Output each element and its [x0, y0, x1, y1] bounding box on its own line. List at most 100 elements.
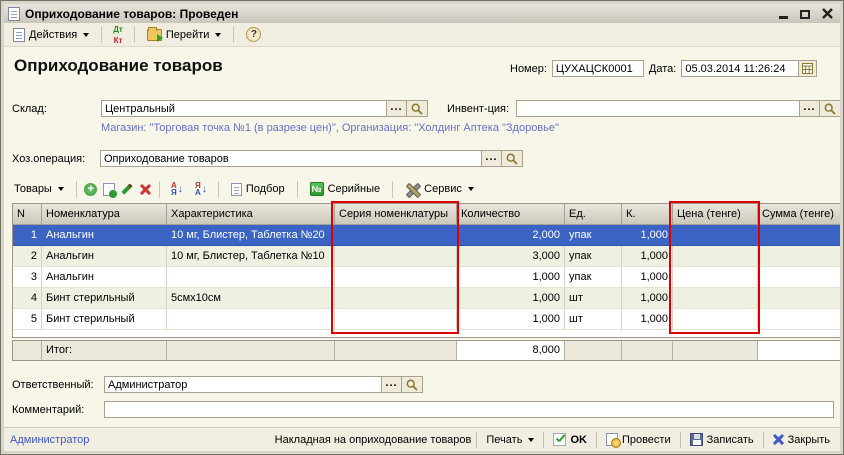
inventory-open-button[interactable]: [820, 100, 841, 117]
cell-k: 1,000: [622, 267, 673, 288]
warehouse-select-button[interactable]: ...: [387, 100, 407, 117]
responsible-open-button[interactable]: [402, 376, 423, 393]
warehouse-open-button[interactable]: [407, 100, 428, 117]
maximize-button[interactable]: [798, 7, 812, 20]
responsible-field[interactable]: [104, 376, 382, 393]
serial-label: Серийные: [328, 183, 381, 195]
maximize-icon: [800, 10, 810, 19]
cell-n: 4: [13, 288, 42, 309]
serial-number-icon: №: [310, 182, 324, 196]
close-x-icon: [773, 434, 784, 445]
current-user: Администратор: [10, 434, 89, 446]
sort-asc-button[interactable]: АЯ ↓: [166, 181, 188, 197]
comment-field[interactable]: [104, 401, 834, 418]
col-header-unit[interactable]: Ед.: [565, 204, 622, 225]
cell-sum: [758, 288, 840, 309]
cell-n: 5: [13, 309, 42, 330]
cell-price: [673, 225, 758, 246]
total-label: Итог:: [42, 341, 167, 360]
pick-button[interactable]: Подбор: [225, 180, 291, 199]
inventory-select-button[interactable]: ...: [800, 100, 820, 117]
col-header-series[interactable]: Серия номенклатуры: [335, 204, 457, 225]
table-row[interactable]: 3 Анальгин 1,000 упак 1,000: [13, 267, 841, 288]
cell-k: 1,000: [622, 288, 673, 309]
col-header-sum[interactable]: Сумма (тенге): [758, 204, 840, 225]
calendar-button[interactable]: [799, 60, 817, 77]
actions-icon: [13, 28, 25, 42]
save-button[interactable]: Записать: [686, 431, 758, 448]
cell-nomenclature: Бинт стерильный: [42, 288, 167, 309]
cell-series: [335, 225, 457, 246]
cell-series: [335, 309, 457, 330]
table-row[interactable]: 2 Анальгин 10 мг, Блистер, Таблетка №10 …: [13, 246, 841, 267]
chevron-down-icon: [215, 33, 221, 37]
goto-button[interactable]: Перейти: [141, 26, 228, 44]
col-header-characteristic[interactable]: Характеристика: [167, 204, 335, 225]
ok-label: OK: [570, 434, 587, 446]
cell-characteristic: 10 мг, Блистер, Таблетка №10: [167, 246, 335, 267]
inventory-field[interactable]: [516, 100, 800, 117]
cell-nomenclature: Анальгин: [42, 246, 167, 267]
service-button[interactable]: Сервис: [399, 179, 480, 199]
cell-k: 1,000: [622, 246, 673, 267]
cell-quantity: 1,000: [457, 309, 565, 330]
table-row[interactable]: 5 Бинт стерильный 1,000 шт 1,000: [13, 309, 841, 330]
add-row-button[interactable]: +: [83, 181, 99, 197]
operation-field[interactable]: [100, 150, 482, 167]
cell-quantity: 1,000: [457, 267, 565, 288]
number-field[interactable]: [552, 60, 644, 77]
edit-row-button[interactable]: [119, 181, 135, 197]
sort-desc-button[interactable]: ЯА ↓: [190, 181, 212, 197]
col-header-k[interactable]: К.: [622, 204, 673, 225]
warehouse-field[interactable]: [101, 100, 387, 117]
chevron-down-icon: [83, 33, 89, 37]
print-button[interactable]: Печать: [482, 432, 538, 448]
cell-nomenclature: Анальгин: [42, 267, 167, 288]
items-menu-button[interactable]: Товары: [8, 180, 70, 198]
close-icon: [822, 8, 833, 19]
chevron-down-icon: [468, 187, 474, 191]
col-header-price[interactable]: Цена (тенге): [673, 204, 758, 225]
cell-sum: [758, 267, 840, 288]
date-field[interactable]: [681, 60, 799, 77]
responsible-label: Ответственный:: [12, 379, 94, 391]
help-button[interactable]: ?: [240, 24, 267, 45]
post-button[interactable]: Провести: [602, 431, 675, 448]
cell-n: 2: [13, 246, 42, 267]
date-label: Дата:: [649, 63, 676, 75]
table-row[interactable]: 4 Бинт стерильный 5смх10см 1,000 шт 1,00…: [13, 288, 841, 309]
save-label: Записать: [707, 434, 754, 446]
number-date-group: Номер: Дата:: [510, 60, 817, 77]
ok-button[interactable]: OK: [549, 431, 591, 448]
cell-series: [335, 267, 457, 288]
cell-quantity: 2,000: [457, 225, 565, 246]
table-row[interactable]: 1 Анальгин 10 мг, Блистер, Таблетка №20 …: [13, 225, 841, 246]
ok-check-icon: [553, 433, 566, 446]
delete-row-button[interactable]: [137, 181, 153, 197]
total-empty-cell: [335, 341, 457, 360]
operation-select-button[interactable]: ...: [482, 150, 502, 167]
inventory-label: Инвент-ция:: [447, 103, 509, 115]
responsible-select-button[interactable]: ...: [382, 376, 402, 393]
copy-row-button[interactable]: [101, 181, 117, 197]
minimize-button[interactable]: [776, 7, 790, 20]
col-header-quantity[interactable]: Количество: [457, 204, 565, 225]
cell-unit: шт: [565, 309, 622, 330]
close-form-button[interactable]: Закрыть: [769, 432, 834, 448]
cell-nomenclature: Анальгин: [42, 225, 167, 246]
operation-open-button[interactable]: [502, 150, 523, 167]
col-header-nomenclature[interactable]: Номенклатура: [42, 204, 167, 225]
col-header-n[interactable]: N: [13, 204, 42, 225]
serial-button[interactable]: № Серийные: [304, 179, 387, 199]
close-button[interactable]: [820, 7, 834, 20]
sort-desc-icon: ЯА ↓: [195, 182, 207, 196]
cell-characteristic: 5смх10см: [167, 288, 335, 309]
items-label: Товары: [14, 183, 52, 195]
cell-quantity: 1,000: [457, 288, 565, 309]
cell-price: [673, 267, 758, 288]
cell-sum: [758, 246, 840, 267]
dt-kt-button[interactable]: Дт Кт: [108, 24, 128, 46]
document-icon: [8, 7, 20, 21]
cell-unit: упак: [565, 246, 622, 267]
actions-button[interactable]: Действия: [7, 25, 95, 45]
